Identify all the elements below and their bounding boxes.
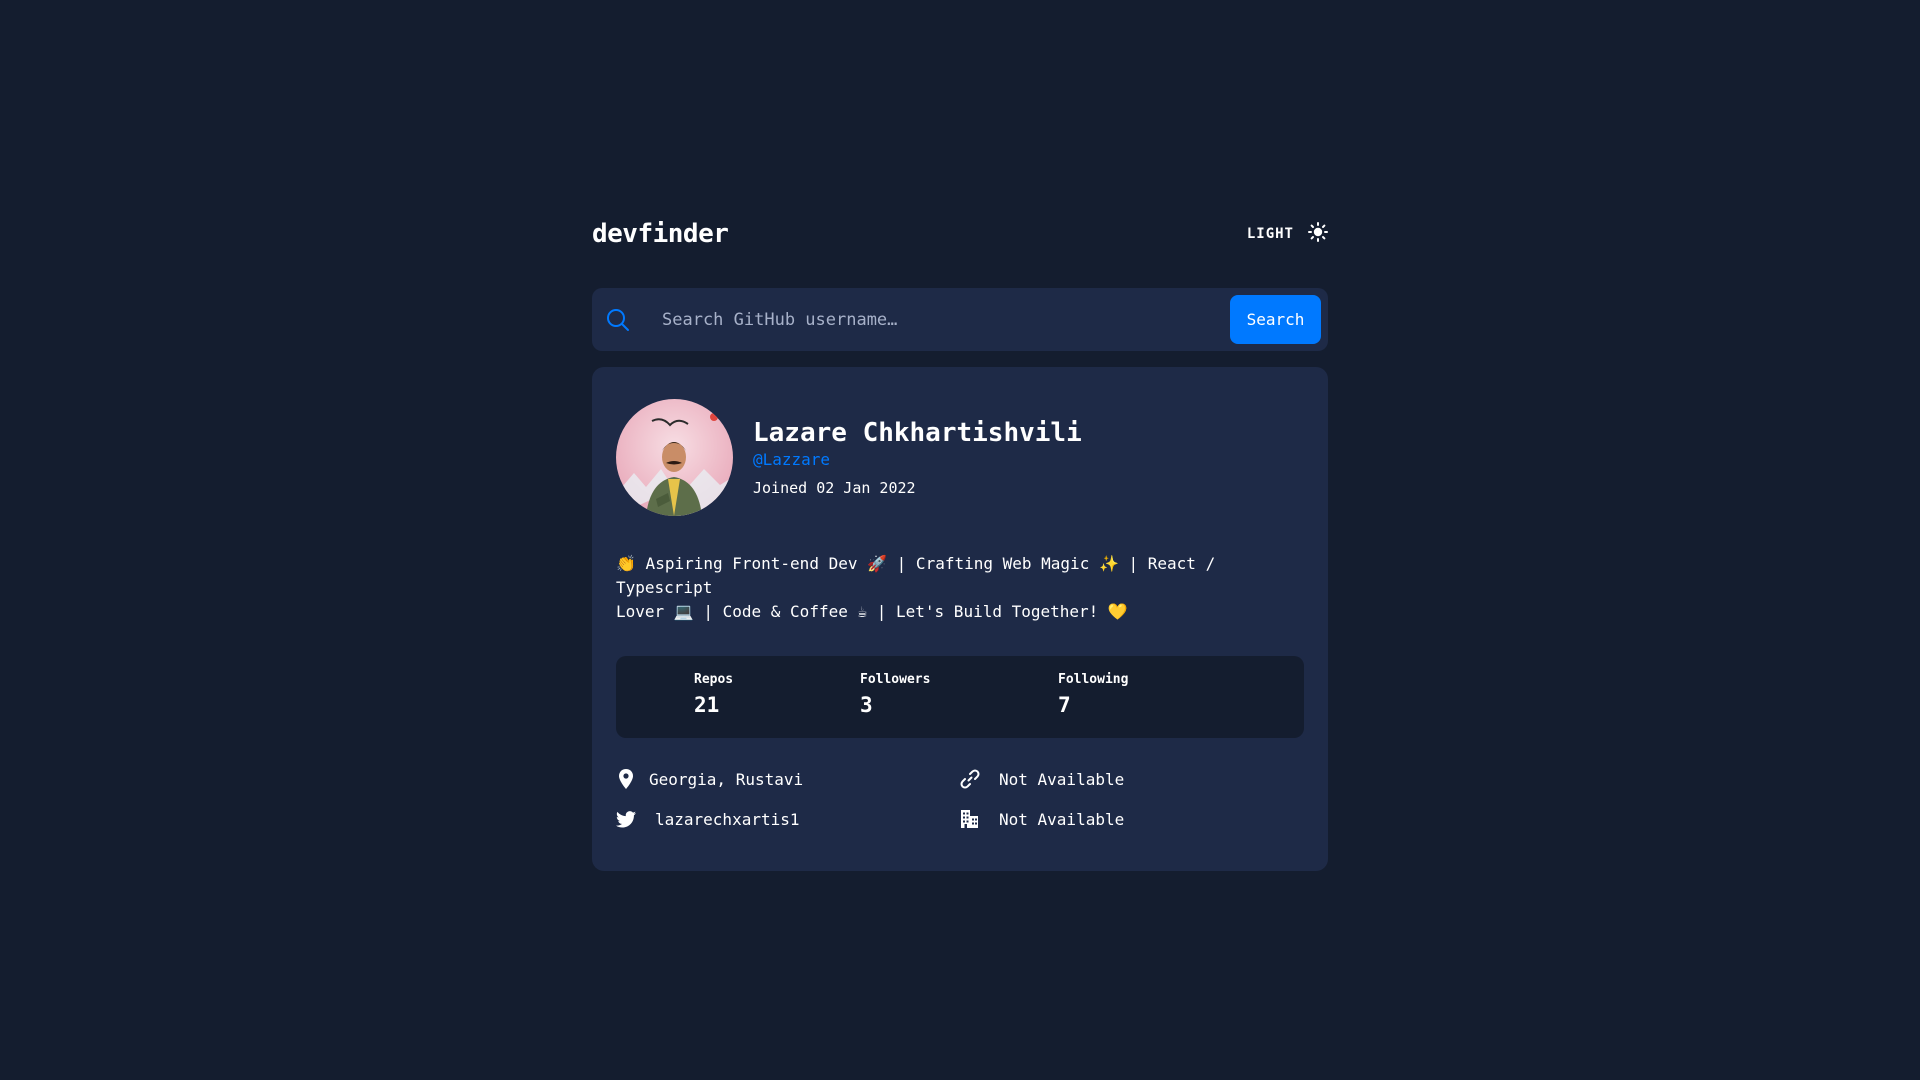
theme-toggle-button[interactable]: LIGHT — [1247, 222, 1328, 246]
location-pin-icon — [616, 768, 636, 790]
search-button[interactable]: Search — [1230, 295, 1321, 344]
stat-value: 3 — [860, 693, 873, 717]
twitter-item: lazarechxartis1 — [616, 808, 800, 830]
bio-line: 👏 Aspiring Front-end Dev 🚀 | Crafting We… — [616, 554, 1216, 597]
joined-date: Joined 02 Jan 2022 — [753, 479, 916, 497]
twitter-text: lazarechxartis1 — [655, 809, 800, 829]
stat-value: 21 — [694, 693, 720, 717]
stat-followers: Followers 3 — [860, 672, 930, 717]
search-icon — [606, 308, 630, 332]
avatar — [616, 399, 733, 516]
stat-repos: Repos 21 — [694, 672, 733, 717]
search-input[interactable] — [660, 308, 1230, 331]
link-icon — [960, 768, 980, 790]
stat-following: Following 7 — [1058, 672, 1128, 717]
app-logo: devfinder — [592, 219, 729, 249]
stat-label: Following — [1058, 672, 1129, 687]
search-bar: Search — [592, 288, 1328, 351]
sun-icon — [1308, 222, 1328, 246]
location-text: Georgia, Rustavi — [649, 769, 804, 789]
twitter-icon — [616, 808, 636, 830]
theme-toggle-label: LIGHT — [1246, 226, 1294, 242]
profile-card: Lazare Chkhartishvili @Lazzare Joined 02… — [592, 367, 1328, 871]
stat-label: Repos — [694, 672, 734, 687]
company-text: Not Available — [999, 809, 1125, 829]
location-item: Georgia, Rustavi — [616, 768, 803, 790]
stat-label: Followers — [860, 672, 931, 687]
profile-meta: Lazare Chkhartishvili @Lazzare Joined 02… — [753, 418, 1082, 497]
stat-value: 7 — [1058, 693, 1071, 717]
stats-panel: Repos 21 Followers 3 Following 7 — [616, 656, 1304, 738]
blog-text: Not Available — [999, 769, 1125, 789]
company-item: Not Available — [960, 808, 1124, 830]
bio-line: Lover 💻 | Code & Coffee ☕ | Let's Build … — [616, 602, 1128, 621]
app-container: devfinder LIGHT Search GitHub username… … — [592, 210, 1328, 871]
profile-header: Lazare Chkhartishvili @Lazzare Joined 02… — [616, 399, 1304, 516]
profile-bio: 👏 Aspiring Front-end Dev 🚀 | Crafting We… — [616, 552, 1306, 624]
header: devfinder LIGHT — [592, 210, 1328, 258]
blog-item: Not Available — [960, 768, 1124, 790]
profile-links: Georgia, Rustavi Not Available lazarechx… — [616, 768, 1304, 848]
building-icon — [960, 808, 980, 830]
profile-login-link[interactable]: @Lazzare — [753, 450, 1082, 469]
profile-name: Lazare Chkhartishvili — [753, 418, 1082, 448]
